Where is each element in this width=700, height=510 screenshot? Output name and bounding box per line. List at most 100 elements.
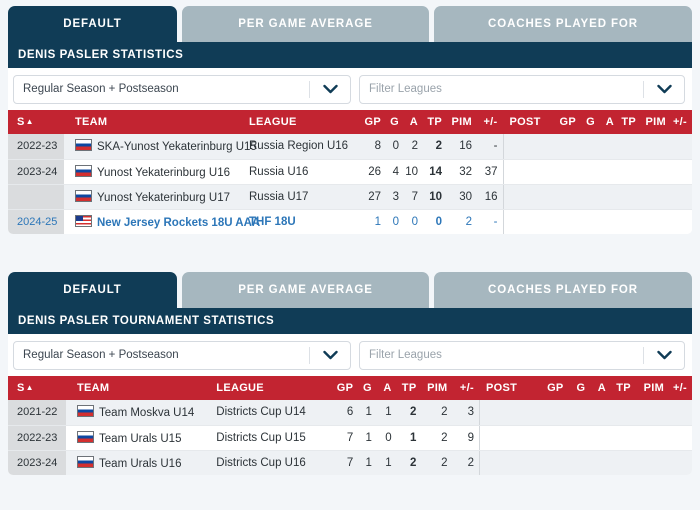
league-filter-placeholder: Filter Leagues	[369, 349, 442, 361]
tab-default[interactable]: DEFAULT	[8, 6, 177, 42]
col-header-a[interactable]: A	[376, 376, 397, 400]
tab-per-game-average[interactable]: PER GAME AVERAGE	[182, 272, 429, 308]
col-header-post-a[interactable]: A	[590, 376, 612, 400]
col-header-post-tp[interactable]: TP	[611, 376, 636, 400]
col-header-league[interactable]: LEAGUE	[249, 110, 360, 134]
cell-post-gp	[551, 209, 581, 234]
col-header-post-plus-minus[interactable]: +/-	[669, 376, 692, 400]
season-type-select[interactable]: Regular Season + Postseason	[13, 340, 351, 370]
cell-post-g	[581, 159, 600, 185]
col-header-team[interactable]: TEAM	[66, 376, 217, 400]
cell-post-a	[600, 134, 619, 160]
cell-g: 0	[386, 134, 404, 160]
cell-tp: 14	[423, 159, 447, 185]
cell-a: 1	[376, 450, 397, 475]
col-header-post-g[interactable]: G	[581, 110, 600, 134]
cell-gp: 8	[360, 134, 386, 160]
cell-pim: 2	[421, 400, 453, 426]
league-filter-select[interactable]: Filter Leagues	[359, 74, 685, 104]
cell-post-a	[590, 400, 612, 426]
col-header-season-label: S	[17, 382, 25, 394]
cell-a: 2	[404, 134, 423, 160]
cell-plus-minus: 9	[452, 425, 480, 451]
cell-pim: 32	[447, 159, 477, 185]
tab-coaches-played-for[interactable]: COACHES PLAYED FOR	[434, 6, 692, 42]
filter-bar: Regular Season + Postseason Filter Leagu…	[8, 334, 692, 376]
tab-per-game-average[interactable]: PER GAME AVERAGE	[182, 6, 429, 42]
tab-bar: DEFAULT PER GAME AVERAGE COACHES PLAYED …	[8, 6, 692, 42]
cell-season: 2021-22	[8, 400, 67, 426]
col-header-pim[interactable]: PIM	[421, 376, 453, 400]
cell-pim: 2	[447, 209, 477, 234]
col-header-plus-minus[interactable]: +/-	[452, 376, 480, 400]
chevron-down-icon[interactable]	[310, 84, 350, 94]
col-header-tp[interactable]: TP	[396, 376, 422, 400]
cell-post-a	[600, 159, 619, 185]
col-header-gp[interactable]: GP	[331, 376, 359, 400]
chevron-down-icon[interactable]	[644, 350, 684, 360]
col-header-a[interactable]: A	[404, 110, 423, 134]
col-header-g[interactable]: G	[358, 376, 377, 400]
col-header-season[interactable]: S▲	[8, 110, 64, 134]
tab-default[interactable]: DEFAULT	[8, 272, 177, 308]
col-header-team[interactable]: TEAM	[64, 110, 249, 134]
col-header-season[interactable]: S▲	[8, 376, 67, 400]
cell-g: 0	[386, 209, 404, 234]
cell-team: Team Moskva U14	[66, 400, 217, 426]
season-type-select[interactable]: Regular Season + Postseason	[13, 74, 351, 104]
chevron-down-icon[interactable]	[644, 84, 684, 94]
col-header-post-pim[interactable]: PIM	[641, 110, 671, 134]
col-header-league[interactable]: LEAGUE	[216, 376, 332, 400]
cell-post-gp	[531, 400, 569, 426]
cell-post-spacer	[478, 450, 532, 475]
cell-post-tp	[611, 400, 636, 426]
tournament-statistics-panel: DEFAULT PER GAME AVERAGE COACHES PLAYED …	[8, 272, 692, 475]
cell-post-plus-minus	[671, 184, 692, 210]
cell-team[interactable]: New Jersey Rockets 18U AAA	[64, 209, 260, 234]
cell-g: 1	[358, 400, 377, 426]
cell-league: Russia U16	[249, 159, 360, 185]
col-header-post-plus-minus[interactable]: +/-	[671, 110, 692, 134]
chevron-down-icon[interactable]	[310, 350, 350, 360]
tab-coaches-played-for[interactable]: COACHES PLAYED FOR	[434, 272, 692, 308]
cell-league[interactable]: THF 18U	[249, 209, 360, 234]
stats-page: DEFAULT PER GAME AVERAGE COACHES PLAYED …	[0, 0, 700, 510]
league-filter-select[interactable]: Filter Leagues	[359, 340, 685, 370]
table-header-row: S▲ TEAM LEAGUE GP G A TP PIM +/- POST GP…	[8, 376, 692, 400]
cell-a: 0	[376, 425, 397, 451]
cell-post-spacer	[478, 425, 532, 451]
cell-post-g	[581, 134, 600, 160]
cell-season: 2023-24	[8, 159, 64, 185]
col-header-tp[interactable]: TP	[423, 110, 447, 134]
cell-post-tp	[611, 425, 636, 451]
col-header-post-gp[interactable]: GP	[531, 376, 569, 400]
col-header-post-gp[interactable]: GP	[551, 110, 581, 134]
cell-league: Districts Cup U15	[216, 425, 332, 451]
col-header-gp[interactable]: GP	[360, 110, 386, 134]
team-name[interactable]: New Jersey Rockets 18U AAA	[97, 217, 260, 229]
col-header-post-g[interactable]: G	[568, 376, 591, 400]
table-row[interactable]: 2024-25 New Jersey Rockets 18U AAA THF 18U…	[8, 209, 692, 234]
cell-plus-minus: 37	[477, 159, 503, 185]
cell-pim: 16	[447, 134, 477, 160]
col-header-pim[interactable]: PIM	[447, 110, 477, 134]
col-header-post-pim[interactable]: PIM	[635, 376, 670, 400]
cell-post-pim	[635, 400, 670, 426]
cell-league: Districts Cup U16	[216, 450, 332, 475]
cell-team: Team Urals U16	[66, 450, 217, 475]
col-header-g[interactable]: G	[386, 110, 404, 134]
statistics-table-wrapper: S▲ TEAM LEAGUE GP G A TP PIM +/- POST GP…	[8, 110, 692, 234]
sort-ascending-icon: ▲	[25, 117, 34, 126]
cell-post-tp	[619, 159, 641, 185]
col-header-post-a[interactable]: A	[600, 110, 619, 134]
cell-post-plus-minus	[669, 450, 692, 475]
col-header-post: POST	[478, 376, 532, 400]
cell-post-gp	[551, 134, 581, 160]
col-header-post-tp[interactable]: TP	[619, 110, 641, 134]
cell-post-plus-minus	[671, 159, 692, 185]
col-header-plus-minus[interactable]: +/-	[477, 110, 503, 134]
cell-tp: 0	[423, 209, 447, 234]
cell-a: 10	[404, 159, 423, 185]
tournament-statistics-table: S▲ TEAM LEAGUE GP G A TP PIM +/- POST GP…	[8, 376, 692, 475]
cell-league: Russia Region U16	[249, 134, 360, 160]
